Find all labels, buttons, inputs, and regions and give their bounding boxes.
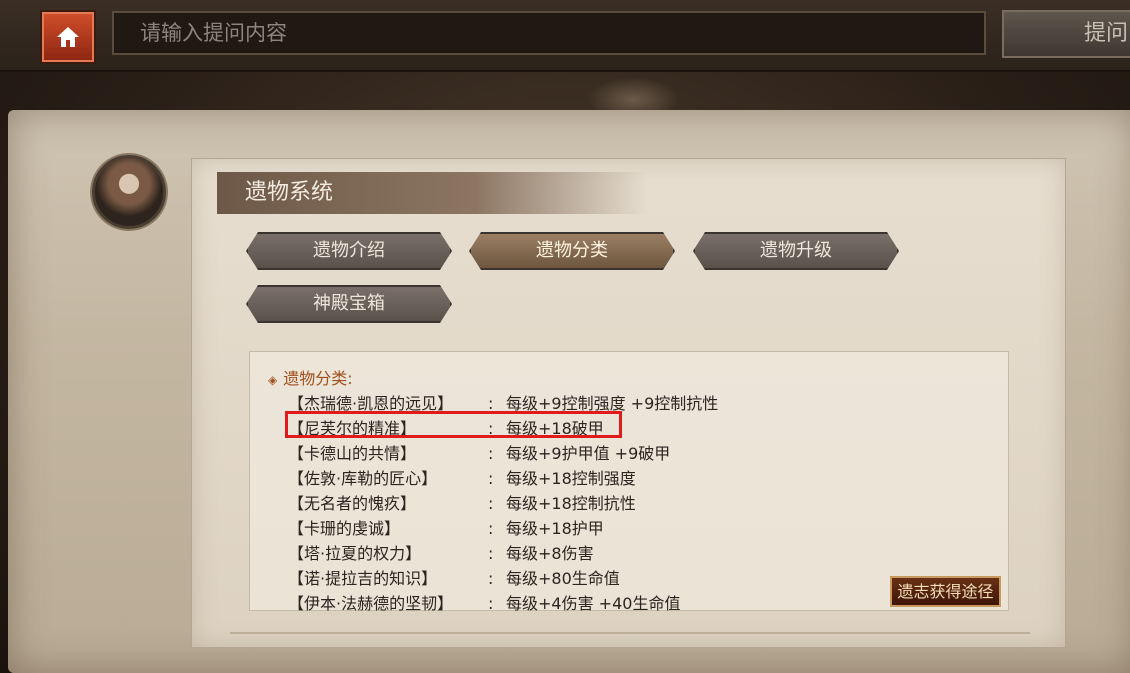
relic-name: 【塔·拉夏的权力】 (288, 544, 422, 563)
relic-name: 【伊本·法赫德的坚韧】 (288, 594, 454, 613)
relic-effect: 每级+8伤害 (506, 544, 594, 563)
relic-effect: 每级+9护甲值 +9破甲 (506, 444, 671, 463)
tab-relic-category[interactable]: 遗物分类 (469, 232, 675, 270)
relic-name: 【卡德山的共情】 (288, 444, 417, 463)
section-title: ◈ 遗物分类: (268, 369, 353, 388)
home-button[interactable] (40, 10, 96, 64)
home-icon (57, 27, 79, 47)
avatar (92, 155, 166, 229)
list-item: 【卡珊的虔诚】: 每级+18护甲 (288, 515, 604, 540)
ask-button[interactable]: 提问 (1002, 10, 1130, 58)
tab-relic-upgrade[interactable]: 遗物升级 (693, 232, 899, 270)
relic-name: 【佐敦·库勒的匠心】 (288, 469, 438, 488)
relic-name: 【无名者的愧疚】 (288, 494, 417, 513)
relic-effect: 每级+18控制抗性 (506, 494, 636, 513)
divider (230, 632, 1030, 634)
relic-effect: 每级+80生命值 (506, 569, 620, 588)
relic-effect: 每级+18控制强度 (506, 469, 636, 488)
relic-effect: 每级+4伤害 +40生命值 (506, 594, 681, 613)
relic-name: 【卡珊的虔诚】 (288, 519, 401, 538)
list-item: 【佐敦·库勒的匠心】: 每级+18控制强度 (288, 465, 636, 490)
list-item: 【塔·拉夏的权力】: 每级+8伤害 (288, 540, 594, 565)
panel-title: 遗物系统 (217, 172, 647, 214)
tab-relic-intro[interactable]: 遗物介绍 (246, 232, 452, 270)
top-bar: 请输入提问内容 提问 (0, 0, 1130, 114)
relic-source-button[interactable]: 遗志获得途径 (890, 576, 1001, 607)
relic-effect: 每级+18护甲 (506, 519, 604, 538)
relic-name: 【诺·提拉吉的知识】 (288, 569, 438, 588)
list-item: 【诺·提拉吉的知识】: 每级+80生命值 (288, 565, 620, 590)
highlight-box (285, 411, 622, 438)
ornament-decoration (588, 78, 678, 114)
list-item: 【卡德山的共情】: 每级+9护甲值 +9破甲 (288, 440, 670, 465)
search-input[interactable]: 请输入提问内容 (112, 11, 986, 55)
list-item: 【伊本·法赫德的坚韧】: 每级+4伤害 +40生命值 (288, 590, 680, 615)
tab-temple-chest[interactable]: 神殿宝箱 (246, 285, 452, 323)
diamond-icon: ◈ (268, 373, 278, 387)
list-item: 【无名者的愧疚】: 每级+18控制抗性 (288, 490, 636, 515)
